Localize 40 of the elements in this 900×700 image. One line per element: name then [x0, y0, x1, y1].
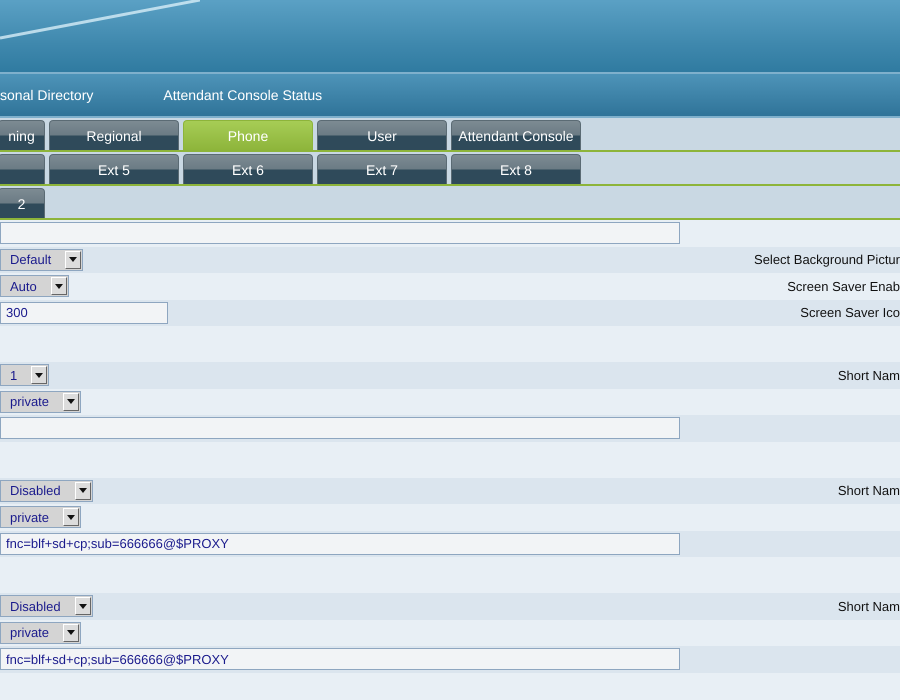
tab[interactable]: Ext 6 — [183, 154, 313, 184]
caret-icon — [54, 284, 63, 289]
dropdown[interactable]: private — [0, 390, 82, 413]
field-label: Short Nam — [838, 483, 900, 498]
light-streak-icon — [0, 0, 200, 40]
caret-icon — [67, 399, 76, 404]
field-label: Short Nam — [838, 368, 900, 383]
field-label: Screen Saver Ico — [800, 305, 900, 320]
dropdown[interactable]: Disabled — [0, 595, 93, 618]
tab[interactable]: 2 — [0, 188, 45, 218]
tab[interactable]: User — [317, 120, 447, 150]
caret-icon — [78, 488, 87, 494]
tab[interactable]: Ext 7 — [317, 154, 447, 184]
dropdown[interactable]: private — [0, 506, 82, 528]
input-field[interactable]: fnc=blf+sd+cp;sub=666666@$PROXY — [0, 532, 680, 555]
tab[interactable]: Ext 8 — [451, 154, 581, 184]
input-field[interactable]: 300 — [0, 302, 168, 324]
caret-icon — [35, 372, 44, 378]
field-label: Screen Saver Enab — [787, 278, 900, 294]
caret-icon — [67, 630, 76, 636]
input-field[interactable]: fnc=blf+sd+cp;sub=666666@$PROXY — [0, 648, 680, 670]
caret-icon — [67, 514, 76, 520]
tab[interactable]: Regional — [49, 120, 179, 150]
dropdown[interactable]: 1 — [0, 364, 50, 386]
tab[interactable] — [0, 154, 45, 184]
tab[interactable]: ning — [0, 120, 45, 150]
dropdown[interactable]: private — [0, 622, 82, 644]
input-field[interactable] — [0, 417, 680, 440]
input-field[interactable] — [0, 222, 680, 244]
field-label: Short Nam — [838, 598, 900, 614]
dropdown[interactable]: Disabled — [0, 480, 93, 502]
caret-icon — [69, 257, 78, 262]
tab[interactable]: Ext 5 — [49, 154, 179, 184]
field-label: Select Background Pictur — [754, 252, 900, 268]
nav-link[interactable]: sonal Directory — [0, 87, 94, 103]
dropdown[interactable]: Default — [0, 248, 84, 271]
nav-link[interactable]: Attendant Console Status — [163, 87, 322, 103]
caret-icon — [78, 604, 87, 609]
dropdown[interactable]: Auto — [0, 275, 69, 298]
tab[interactable]: Attendant Console — [451, 120, 581, 150]
